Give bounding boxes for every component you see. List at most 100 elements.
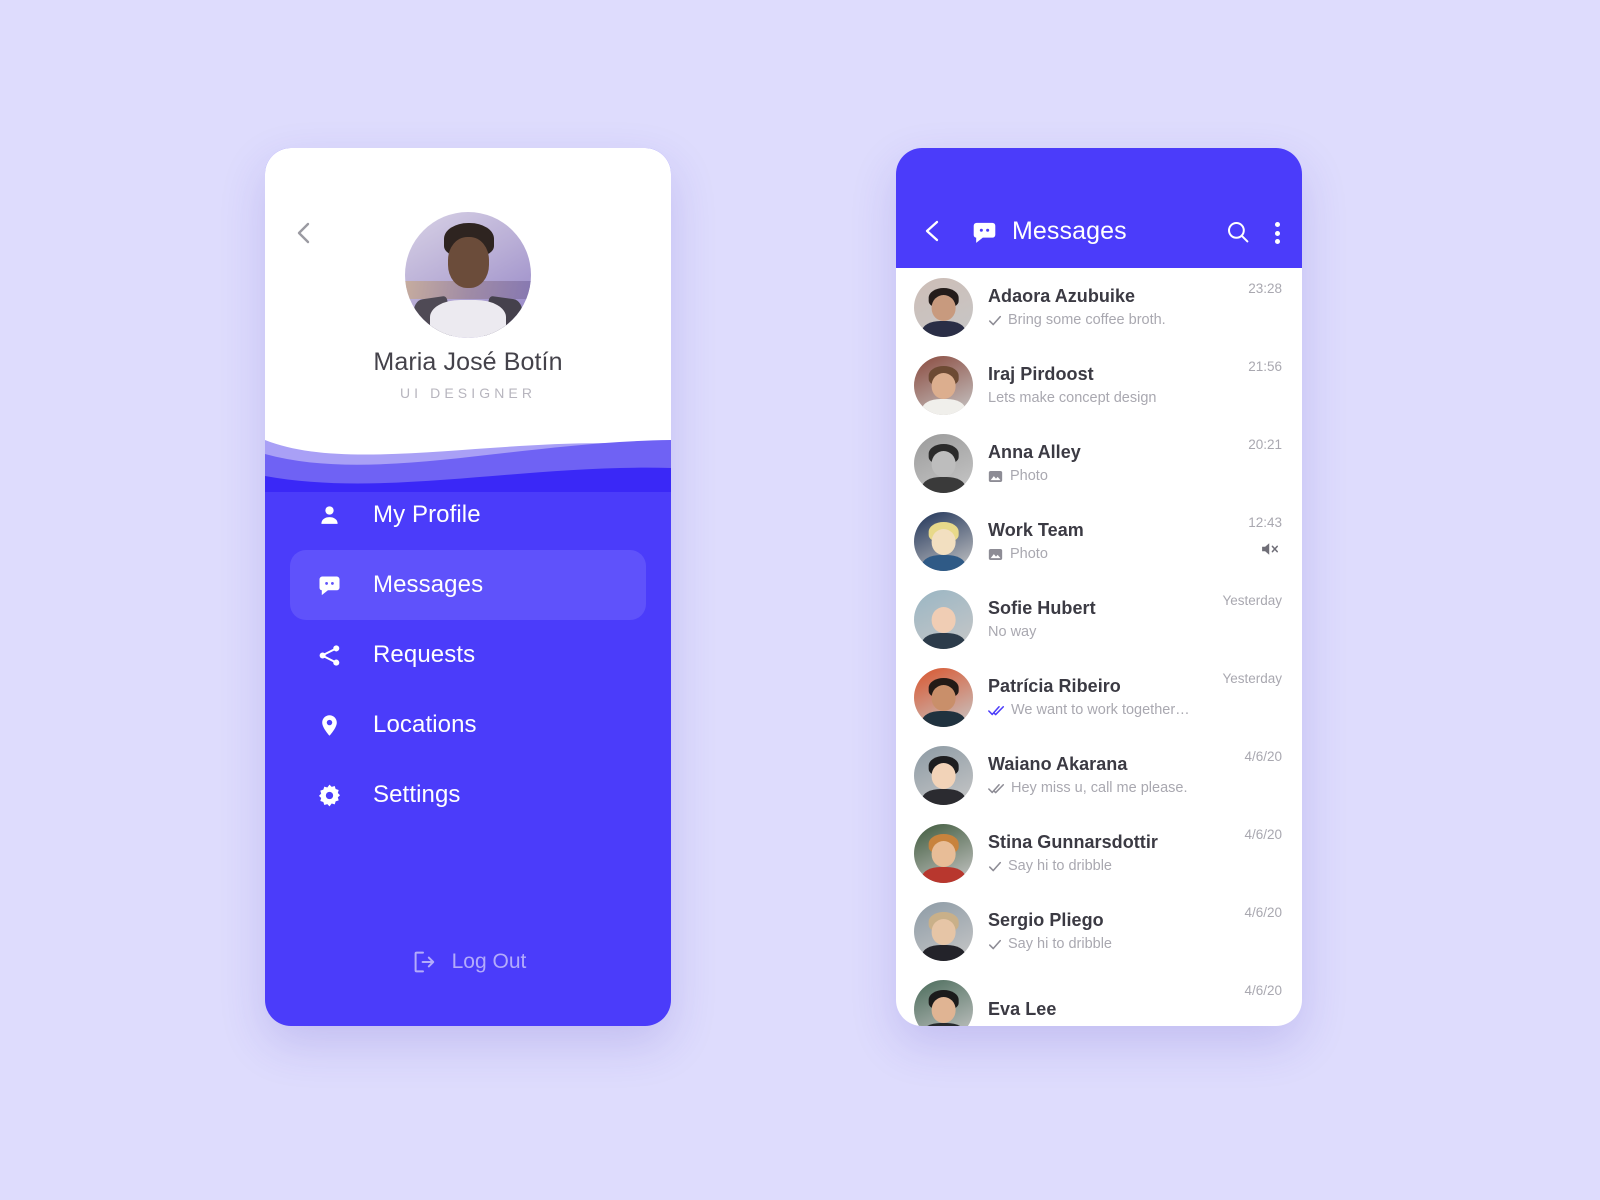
logout-icon: [410, 948, 438, 976]
messages-title: Messages: [1012, 217, 1127, 245]
avatar: [914, 823, 973, 883]
conversation-main: Anna Alley Photo: [988, 442, 1248, 484]
avatar: [914, 589, 973, 649]
chat-bubble-icon: [315, 571, 343, 599]
message-preview: Say hi to dribble: [988, 858, 1244, 874]
menu-item-locations[interactable]: Locations: [290, 690, 646, 760]
avatar: [914, 979, 973, 1026]
messages-header: Messages: [896, 148, 1302, 268]
message-preview-text: Say hi to dribble: [1008, 936, 1112, 952]
conversation-main: Work Team Photo: [988, 520, 1248, 562]
conversation-main: Stina Gunnarsdottir Say hi to dribble: [988, 832, 1244, 874]
conversation-meta: 4/6/20: [1244, 970, 1282, 998]
profile-role: UI DESIGNER: [399, 385, 537, 401]
screen: Maria José Botín UI DESIGNER My Profile …: [0, 0, 1600, 1200]
contact-name: Adaora Azubuike: [988, 286, 1136, 306]
conversation-meta: 12:43: [1248, 502, 1282, 557]
message-preview-text: No way: [988, 624, 1037, 640]
search-icon[interactable]: [1224, 218, 1252, 246]
conversation-main: Eva Lee: [988, 999, 1244, 1020]
sent-check-icon: [988, 314, 1002, 327]
contact-name: Stina Gunnarsdottir: [988, 832, 1158, 852]
message-preview-text: Say hi to dribble: [1008, 858, 1112, 874]
sent-check-icon: [988, 938, 1002, 951]
avatar: [914, 433, 973, 493]
menu-item-requests[interactable]: Requests: [290, 620, 646, 690]
conversation-list[interactable]: Adaora Azubuike Bring some coffee broth. 2…: [896, 268, 1302, 1026]
conversation-row[interactable]: Patrícia Ribeiro We want to work together…: [896, 658, 1302, 736]
avatar: [914, 277, 973, 337]
conversation-main: Iraj Pirdoost Lets make concept design: [988, 364, 1248, 406]
message-preview: Lets make concept design: [988, 390, 1248, 406]
contact-name: Work Team: [988, 520, 1084, 540]
menu-item-my-profile[interactable]: My Profile: [290, 480, 646, 550]
photo-icon: [988, 547, 1003, 562]
contact-name: Iraj Pirdoost: [988, 364, 1094, 384]
conversation-meta: Yesterday: [1222, 580, 1282, 608]
gear-icon: [315, 781, 343, 809]
timestamp: Yesterday: [1222, 593, 1282, 608]
conversation-row[interactable]: Adaora Azubuike Bring some coffee broth. 2…: [896, 268, 1302, 346]
conversation-main: Waiano Akarana Hey miss u, call me please…: [988, 754, 1244, 796]
conversation-main: Sergio Pliego Say hi to dribble: [988, 910, 1244, 952]
conversation-row[interactable]: Sergio Pliego Say hi to dribble 4/6/20: [896, 892, 1302, 970]
menu-item-label: Settings: [373, 781, 461, 808]
timestamp: 12:43: [1248, 515, 1282, 530]
conversation-meta: 4/6/20: [1244, 736, 1282, 764]
chat-bubble-icon: [971, 219, 998, 246]
timestamp: 21:56: [1248, 359, 1282, 374]
profile-header: Maria José Botín UI DESIGNER: [265, 148, 671, 492]
person-icon: [315, 501, 343, 529]
avatar: [914, 667, 973, 727]
message-preview: Photo: [988, 546, 1248, 562]
contact-name: Sofie Hubert: [988, 598, 1096, 618]
profile-drawer-card: Maria José Botín UI DESIGNER My Profile …: [265, 148, 671, 1026]
conversation-meta: 20:21: [1248, 424, 1282, 452]
share-icon: [315, 641, 343, 669]
conversation-row[interactable]: Stina Gunnarsdottir Say hi to dribble 4/6/…: [896, 814, 1302, 892]
messages-card: Messages Adaora Azubuike Bring some coffe…: [896, 148, 1302, 1026]
conversation-row[interactable]: Work Team Photo 12:43: [896, 502, 1302, 580]
chevron-left-icon[interactable]: [287, 216, 321, 250]
contact-name: Sergio Pliego: [988, 910, 1104, 930]
conversation-row[interactable]: Iraj Pirdoost Lets make concept design 21:…: [896, 346, 1302, 424]
logout-label: Log Out: [451, 950, 527, 973]
logout-button[interactable]: Log Out: [265, 948, 671, 976]
conversation-main: Patrícia Ribeiro We want to work together…: [988, 676, 1222, 718]
avatar: [914, 511, 973, 571]
conversation-main: Adaora Azubuike Bring some coffee broth.: [988, 286, 1248, 328]
menu-item-settings[interactable]: Settings: [290, 760, 646, 830]
timestamp: Yesterday: [1222, 671, 1282, 686]
conversation-row[interactable]: Anna Alley Photo 20:21: [896, 424, 1302, 502]
avatar: [914, 745, 973, 805]
menu-item-label: Requests: [373, 641, 476, 668]
menu-item-messages[interactable]: Messages: [290, 550, 646, 620]
timestamp: 4/6/20: [1244, 749, 1282, 764]
timestamp: 4/6/20: [1244, 983, 1282, 998]
timestamp: 4/6/20: [1244, 905, 1282, 920]
map-pin-icon: [315, 711, 343, 739]
message-preview-text: Bring some coffee broth.: [1008, 312, 1166, 328]
message-preview: Say hi to dribble: [988, 936, 1244, 952]
read-check-icon: [988, 704, 1005, 717]
avatar: [914, 355, 973, 415]
conversation-row[interactable]: Eva Lee 4/6/20: [896, 970, 1302, 1026]
chevron-left-icon[interactable]: [918, 216, 948, 246]
conversation-meta: 21:56: [1248, 346, 1282, 374]
message-preview: We want to work together…: [988, 702, 1222, 718]
message-preview: Hey miss u, call me please.: [988, 780, 1244, 796]
menu-item-label: Locations: [373, 711, 477, 738]
message-preview: Photo: [988, 468, 1248, 484]
conversation-meta: 23:28: [1248, 268, 1282, 296]
message-preview-text: Photo: [1010, 546, 1048, 562]
conversation-meta: 4/6/20: [1244, 892, 1282, 920]
conversation-meta: 4/6/20: [1244, 814, 1282, 842]
conversation-main: Sofie Hubert No way: [988, 598, 1222, 640]
photo-icon: [988, 469, 1003, 484]
conversation-row[interactable]: Sofie Hubert No way Yesterday: [896, 580, 1302, 658]
timestamp: 23:28: [1248, 281, 1282, 296]
kebab-menu-icon[interactable]: [1274, 220, 1280, 246]
mute-icon: [1260, 541, 1282, 557]
conversation-row[interactable]: Waiano Akarana Hey miss u, call me please…: [896, 736, 1302, 814]
message-preview-text: We want to work together…: [1011, 702, 1190, 718]
